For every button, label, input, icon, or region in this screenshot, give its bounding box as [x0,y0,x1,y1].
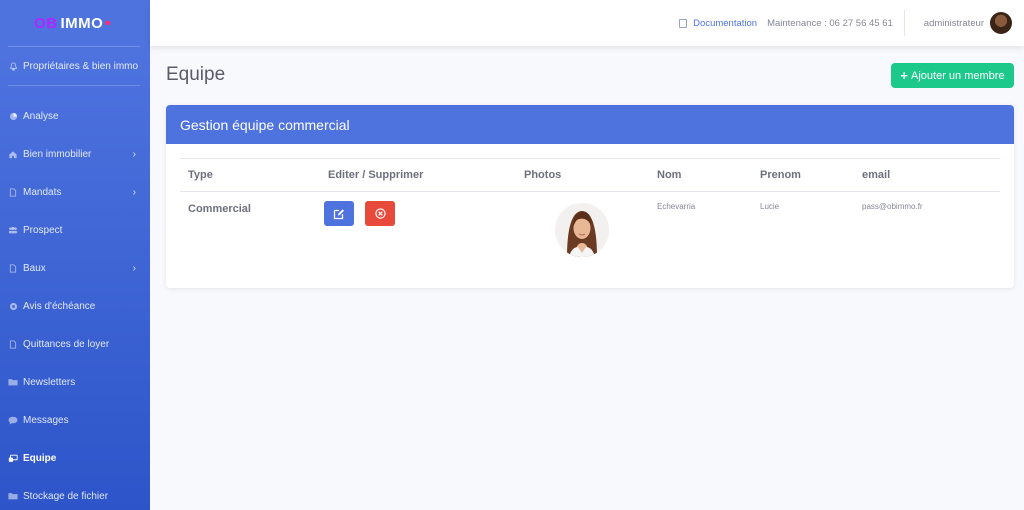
plus-icon: + [900,68,909,83]
home-icon [8,149,18,159]
brand-logo-mark: ● [104,17,112,29]
topbar-divider [903,10,905,36]
row-type: Commercial [188,203,251,215]
column-header-email: email [862,169,891,181]
chevron-right-icon: › [132,262,136,274]
file-icon [8,263,18,273]
delete-button[interactable] [365,201,395,226]
column-header-nom: Nom [657,169,682,181]
sidebar: OB IMMO ● Propriétaires & bien immo Anal… [0,0,150,510]
table-top-border [180,158,1000,159]
member-photo [555,203,609,257]
maintenance-phone: Maintenance : 06 27 56 45 61 [767,17,893,29]
sidebar-item-label: Analyse [23,110,59,122]
folder-icon [8,491,18,501]
sidebar-item-prospect[interactable]: Prospect [0,218,150,242]
sidebar-item-label: Quittances de loyer [23,338,110,350]
brand-logo-part1: OB [34,14,58,32]
sidebar-item-stockage[interactable]: Stockage de fichier [0,484,150,508]
sidebar-item-analyse[interactable]: Analyse [0,104,150,128]
sidebar-item-label: Newsletters [23,376,76,388]
sidebar-divider [8,46,140,47]
sidebar-item-label: Stockage de fichier [23,490,109,502]
row-nom: Echevarria [657,202,696,211]
sidebar-item-quittances[interactable]: Quittances de loyer [0,332,150,356]
folder-icon [8,377,18,387]
column-header-edit-delete: Editer / Supprimer [328,169,424,181]
page-title: Equipe [166,64,226,85]
users-icon [8,225,18,235]
table-header-border [180,191,1000,192]
team-icon [8,453,18,463]
card-title: Gestion équipe commercial [166,105,1014,144]
sidebar-item-messages[interactable]: Messages [0,408,150,432]
circle-icon [8,301,18,311]
column-header-photos: Photos [524,169,562,181]
user-avatar[interactable] [990,12,1012,34]
sidebar-item-label: Bien immobilier [23,148,92,160]
sidebar-item-label: Equipe [23,452,57,464]
chevron-right-icon: › [132,148,136,160]
edit-icon [333,208,344,219]
file-icon [8,339,18,349]
sidebar-item-label: Mandats [23,186,62,198]
brand-logo[interactable]: OB IMMO ● [0,0,150,46]
sidebar-item-bien-immobilier[interactable]: Bien immobilier › [0,142,150,166]
bell-icon [8,61,18,71]
team-card: Gestion équipe commercial [166,105,1014,288]
comment-icon [8,415,18,425]
row-prenom: Lucie [760,202,780,211]
chart-pie-icon [8,111,18,121]
document-icon [679,18,688,28]
sidebar-item-equipe[interactable]: Equipe [0,446,150,470]
sidebar-item-label: Prospect [23,224,63,236]
column-header-prenom: Prenom [760,169,801,181]
documentation-label: Documentation [693,17,758,29]
sidebar-item-baux[interactable]: Baux › [0,256,150,280]
sidebar-item-label: Baux [23,262,46,274]
topbar: Documentation Maintenance : 06 27 56 45 … [150,0,1024,46]
column-header-type: Type [188,169,213,181]
sidebar-item-label: Propriétaires & bien immo [23,60,139,72]
sidebar-item-mandats[interactable]: Mandats › [0,180,150,204]
file-icon [8,187,18,197]
sidebar-item-label: Avis d'échéance [23,300,96,312]
add-member-button[interactable]: + Ajouter un membre [891,63,1014,88]
sidebar-item-newsletters[interactable]: Newsletters [0,370,150,394]
close-circle-icon [374,208,386,219]
brand-logo-part2: IMMO [60,14,104,32]
documentation-link[interactable]: Documentation [679,18,757,29]
chevron-right-icon: › [132,186,136,198]
row-email[interactable]: pass@obimmo.fr [862,202,923,211]
sidebar-item-proprietaires[interactable]: Propriétaires & bien immo [0,54,150,78]
user-name[interactable]: administrateur [924,18,984,29]
sidebar-divider [8,85,140,86]
edit-button[interactable] [324,201,354,226]
sidebar-item-label: Messages [23,414,69,426]
sidebar-item-avis-echeance[interactable]: Avis d'échéance [0,294,150,318]
add-member-label: Ajouter un membre [911,69,1005,82]
